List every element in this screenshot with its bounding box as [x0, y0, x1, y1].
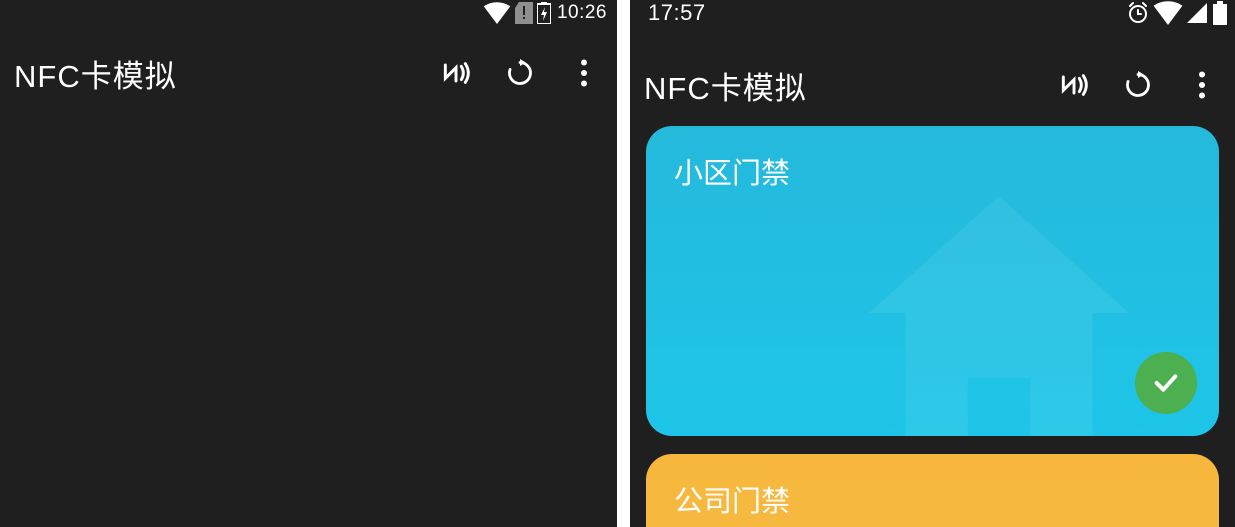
- app-actions: [1057, 68, 1219, 102]
- more-icon[interactable]: [1185, 68, 1219, 102]
- nfc-icon[interactable]: [439, 56, 473, 90]
- status-time: 17:57: [648, 0, 706, 26]
- house-icon: [869, 196, 1129, 436]
- card-label: 公司门禁: [674, 486, 790, 518]
- battery-icon: [1213, 1, 1227, 25]
- signal-icon: [1185, 1, 1209, 25]
- app-title: NFC卡模拟: [644, 63, 807, 108]
- refresh-icon[interactable]: [503, 56, 537, 90]
- screenshot-divider: [617, 0, 630, 527]
- status-bar: 17:57: [630, 0, 1235, 26]
- app-bar: NFC卡模拟: [0, 26, 617, 120]
- card-label: 小区门禁: [674, 158, 790, 190]
- nfc-icon[interactable]: [1057, 68, 1091, 102]
- card-home-access[interactable]: 小区门禁: [646, 126, 1219, 436]
- battery-charging-icon: [537, 2, 551, 24]
- status-time: 10:26: [557, 2, 607, 24]
- card-office-access[interactable]: 公司门禁: [646, 454, 1219, 527]
- card-list[interactable]: 小区门禁 公司门禁: [646, 126, 1219, 527]
- status-bar: 10:26: [479, 0, 617, 26]
- refresh-icon[interactable]: [1121, 68, 1155, 102]
- app-title: NFC卡模拟: [14, 51, 177, 96]
- wifi-icon: [483, 2, 511, 24]
- app-bar: NFC卡模拟: [630, 38, 1235, 132]
- no-sim-icon: [515, 2, 533, 24]
- app-actions: [439, 56, 601, 90]
- screen-empty-state: 10:26 NFC卡模拟: [0, 0, 617, 527]
- more-icon[interactable]: [567, 56, 601, 90]
- screen-card-list: 17:57 NFC卡模拟 小区门禁: [630, 0, 1235, 527]
- selected-check-icon: [1135, 352, 1197, 414]
- alarm-icon: [1126, 1, 1150, 25]
- wifi-icon: [1153, 1, 1183, 25]
